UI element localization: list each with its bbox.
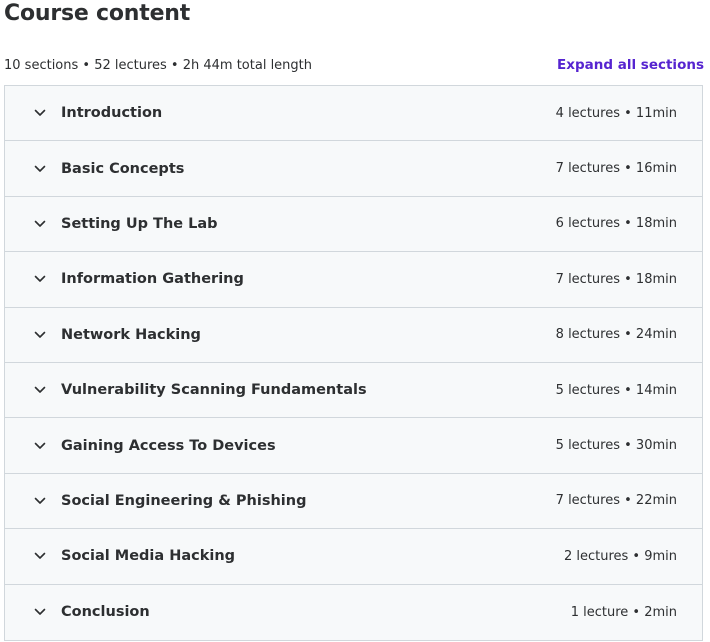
- section-social-engineering-phishing[interactable]: Social Engineering & Phishing 7 lectures…: [5, 473, 702, 530]
- course-sections-accordion: Introduction 4 lectures • 11min Basic Co…: [4, 85, 703, 641]
- section-meta: 7 lectures • 16min: [555, 161, 677, 177]
- chevron-down-icon: [33, 605, 47, 619]
- chevron-down-icon: [33, 106, 47, 120]
- section-meta: 6 lectures • 18min: [555, 216, 677, 232]
- section-title: Vulnerability Scanning Fundamentals: [61, 382, 367, 399]
- section-conclusion[interactable]: Conclusion 1 lecture • 2min: [5, 584, 702, 640]
- section-meta: 5 lectures • 30min: [555, 438, 677, 454]
- section-title: Introduction: [61, 105, 163, 122]
- chevron-down-icon: [33, 328, 47, 342]
- section-meta: 2 lectures • 9min: [563, 548, 677, 564]
- section-meta: 7 lectures • 18min: [555, 271, 677, 287]
- section-title: Information Gathering: [61, 271, 244, 288]
- course-summary: 10 sections • 52 lectures • 2h 44m total…: [4, 57, 313, 73]
- chevron-down-icon: [33, 494, 47, 508]
- section-title: Social Media Hacking: [61, 548, 236, 565]
- chevron-down-icon: [33, 272, 47, 286]
- section-title: Social Engineering & Phishing: [61, 492, 307, 509]
- section-title: Setting Up The Lab: [61, 215, 218, 232]
- section-social-media-hacking[interactable]: Social Media Hacking 2 lectures • 9min: [5, 529, 702, 585]
- section-vulnerability-scanning-fundamentals[interactable]: Vulnerability Scanning Fundamentals 5 le…: [5, 362, 702, 419]
- course-summary-row: 10 sections • 52 lectures • 2h 44m total…: [4, 55, 704, 75]
- chevron-down-icon: [33, 549, 47, 563]
- chevron-down-icon: [33, 383, 47, 397]
- section-basic-concepts[interactable]: Basic Concepts 7 lectures • 16min: [5, 141, 702, 197]
- section-title: Basic Concepts: [61, 160, 185, 177]
- section-meta: 5 lectures • 14min: [555, 382, 677, 398]
- section-meta: 4 lectures • 11min: [555, 105, 677, 121]
- page-title: Course content: [4, 1, 191, 26]
- section-setting-up-the-lab[interactable]: Setting Up The Lab 6 lectures • 18min: [5, 196, 702, 253]
- section-title: Network Hacking: [61, 326, 201, 343]
- section-meta: 1 lecture • 2min: [570, 604, 677, 620]
- section-meta: 7 lectures • 22min: [555, 493, 677, 509]
- section-introduction[interactable]: Introduction 4 lectures • 11min: [5, 86, 702, 142]
- chevron-down-icon: [33, 439, 47, 453]
- section-title: Conclusion: [61, 604, 150, 621]
- expand-all-sections-button[interactable]: Expand all sections: [557, 57, 704, 73]
- section-network-hacking[interactable]: Network Hacking 8 lectures • 24min: [5, 307, 702, 363]
- section-meta: 8 lectures • 24min: [555, 327, 677, 343]
- chevron-down-icon: [33, 217, 47, 231]
- section-gaining-access-to-devices[interactable]: Gaining Access To Devices 5 lectures • 3…: [5, 418, 702, 474]
- section-information-gathering[interactable]: Information Gathering 7 lectures • 18min: [5, 252, 702, 308]
- chevron-down-icon: [33, 162, 47, 176]
- section-title: Gaining Access To Devices: [61, 437, 276, 454]
